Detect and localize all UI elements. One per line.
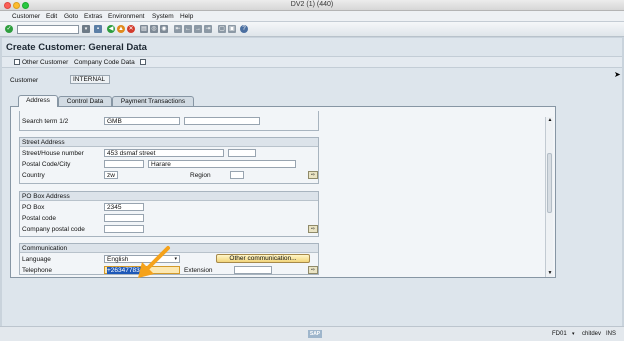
customer-label: Customer (10, 77, 39, 84)
house-number-field[interactable] (228, 149, 256, 157)
save-icon[interactable]: ▪ (94, 25, 102, 33)
tab-control-data[interactable]: Control Data (58, 96, 112, 106)
po-box-field[interactable]: 2345 (104, 203, 144, 211)
other-customer-button[interactable]: Other Customer (14, 59, 68, 66)
search-term-2-field[interactable] (184, 117, 260, 125)
last-page-icon[interactable]: ⇥ (204, 25, 212, 33)
search-term-group: Search term 1/2 GMB (19, 111, 319, 131)
vertical-scrollbar[interactable]: ▲ ▼ (545, 117, 553, 277)
postal-code-label: Postal code (22, 215, 56, 222)
shortcut-icon[interactable]: ▣ (228, 25, 236, 33)
previous-page-icon[interactable]: ← (184, 25, 192, 33)
extension-field[interactable] (234, 266, 272, 274)
city-field[interactable]: Harare (148, 160, 296, 168)
extension-label: Extension (184, 267, 213, 274)
chevron-down-icon: ▾ (174, 256, 177, 262)
street-label: Street/House number (22, 150, 84, 157)
address-tab-panel: Search term 1/2 GMB Street Address Stree… (10, 106, 556, 278)
menu-extras[interactable]: Extras (84, 13, 102, 20)
menu-goto[interactable]: Goto (64, 13, 78, 20)
back-icon[interactable]: ◀ (107, 25, 115, 33)
menu-bar: Customer Edit Goto Extras Environment Sy… (0, 11, 624, 22)
enter-icon[interactable]: ✓ (5, 25, 13, 33)
status-mode: INS (606, 331, 617, 337)
cancel-icon[interactable]: ✕ (127, 25, 135, 33)
document-icon (139, 59, 146, 65)
search-term-label: Search term 1/2 (22, 118, 69, 125)
language-label: Language (22, 256, 51, 263)
po-box-address-group: PO Box Address PO Box 2345 Postal code C… (19, 191, 319, 237)
scroll-thumb[interactable] (547, 153, 552, 213)
street-field[interactable]: 453 dsmaf street (104, 149, 224, 157)
find-icon[interactable]: ◎ (150, 25, 158, 33)
search-term-1-field[interactable]: GMB (104, 117, 180, 125)
command-field[interactable] (17, 25, 79, 34)
other-customer-icon (14, 59, 20, 65)
menu-customer[interactable]: Customer (12, 13, 40, 20)
region-label: Region (190, 172, 211, 179)
mouse-cursor-icon: ➤ (614, 70, 621, 79)
menu-environment[interactable]: Environment (108, 13, 145, 20)
main-content: Create Customer: General Data Other Cust… (2, 38, 622, 326)
next-page-icon[interactable]: → (194, 25, 202, 33)
help-icon[interactable]: ? (240, 25, 248, 33)
scroll-down-icon[interactable]: ▼ (546, 270, 554, 277)
exit-icon[interactable]: ▲ (117, 25, 125, 33)
tab-payment-transactions[interactable]: Payment Transactions (112, 96, 194, 106)
company-postal-code-field[interactable] (104, 225, 144, 233)
company-code-data-label: Company Code Data (74, 59, 135, 66)
other-communication-button[interactable]: Other communication... (216, 254, 310, 263)
postal-code-field[interactable] (104, 160, 144, 168)
standard-toolbar: ✓ ▾ ▪ ◀ ▲ ✕ ▤ ◎ ◉ ⇤ ← → ⇥ ▢ ▣ ? (0, 22, 624, 37)
street-address-more-icon[interactable]: ⇨ (308, 171, 318, 179)
window-title: DV2 (1) (440) (290, 1, 334, 8)
po-box-title: PO Box Address (20, 192, 318, 201)
application-toolbar: Other Customer Company Code Data (2, 56, 622, 68)
po-box-label: PO Box (22, 204, 45, 211)
country-label: Country (22, 172, 45, 179)
status-bar: SAP FD01 ▾ chitdev INS (0, 326, 624, 341)
page-title: Create Customer: General Data (6, 42, 147, 53)
annotation-arrow-icon (138, 246, 170, 278)
window-titlebar: DV2 (1) (440) (0, 0, 624, 11)
customer-value: INTERNAL (70, 75, 110, 84)
new-session-icon[interactable]: ▢ (218, 25, 226, 33)
print-icon[interactable]: ▤ (140, 25, 148, 33)
language-value: English (107, 256, 129, 263)
first-page-icon[interactable]: ⇤ (174, 25, 182, 33)
status-user: chitdev (582, 331, 602, 337)
scroll-up-icon[interactable]: ▲ (546, 117, 554, 124)
tab-address[interactable]: Address (18, 95, 58, 107)
company-postal-code-label: Company postal code (22, 226, 85, 233)
status-dropdown-icon[interactable]: ▾ (572, 331, 575, 337)
menu-edit[interactable]: Edit (46, 13, 57, 20)
command-dropdown-icon[interactable]: ▾ (82, 25, 90, 33)
country-field[interactable]: zw (104, 171, 118, 179)
menu-help[interactable]: Help (180, 13, 193, 20)
postal-city-label: Postal Code/City (22, 161, 71, 168)
po-postal-code-field[interactable] (104, 214, 144, 222)
status-system: FD01 (552, 331, 567, 337)
communication-more-icon[interactable]: ⇨ (308, 266, 318, 274)
find-next-icon[interactable]: ◉ (160, 25, 168, 33)
street-address-group: Street Address Street/House number 453 d… (19, 137, 319, 184)
company-code-data-button[interactable]: Company Code Data (74, 59, 148, 66)
street-address-title: Street Address (20, 138, 318, 147)
menu-system[interactable]: System (152, 13, 174, 20)
telephone-label: Telephone (22, 267, 52, 274)
sap-logo: SAP (308, 330, 322, 338)
other-customer-label: Other Customer (22, 59, 69, 66)
po-box-more-icon[interactable]: ⇨ (308, 225, 318, 233)
region-field[interactable] (230, 171, 244, 179)
